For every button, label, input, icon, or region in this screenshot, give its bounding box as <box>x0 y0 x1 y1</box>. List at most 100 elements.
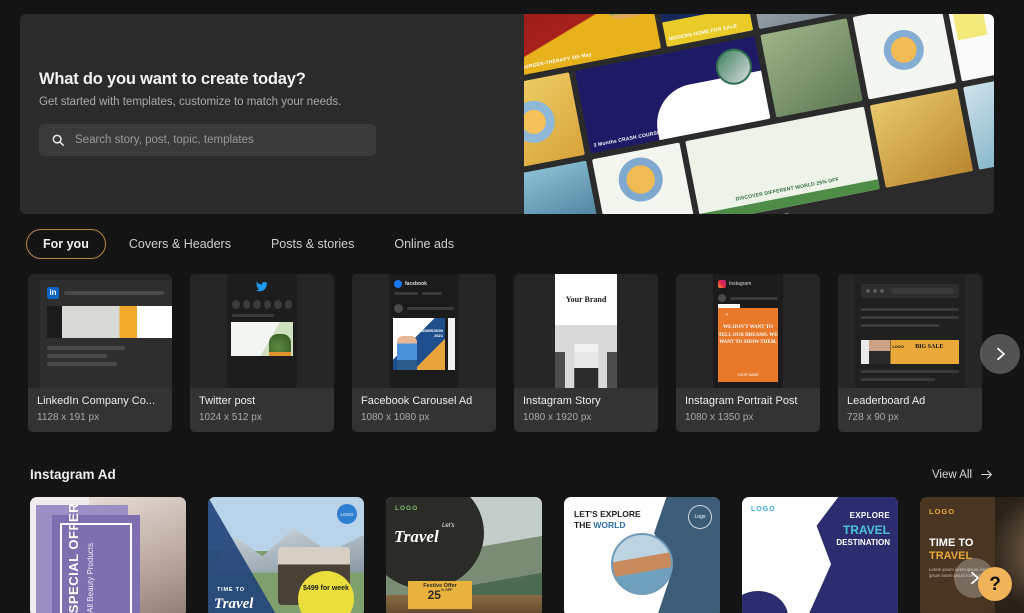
collage-tile: 5 HEALTHY <box>592 142 696 214</box>
ad-card-travel-destination[interactable]: LOGO EXPLORE TRAVEL DESTINATION <box>742 497 898 613</box>
ad-card-lets-travel[interactable]: LOGO Let's Travel Festive Offer 25% OFF <box>386 497 542 613</box>
template-card-leaderboard[interactable]: LOGO BIG SALE Leaderboard Ad 728 x 90 px <box>838 274 982 432</box>
template-title: Leaderboard Ad <box>847 395 926 407</box>
ad-card-special-offer[interactable]: SPECIAL OFFER All Beauty Products <box>30 497 186 613</box>
tab-for-you[interactable]: For you <box>26 229 106 259</box>
template-preview: facebook SCHOOL ADMISSION 2021 <box>352 274 496 388</box>
template-dimensions: 1080 x 1920 px <box>523 412 592 423</box>
template-preview: Instagram “ WE DON'T WANT TO TELL OUR DR… <box>676 274 820 388</box>
ad-logo: LOGO <box>751 506 776 513</box>
hero-collage: Opening Soon BURGER-THERAPY 5th May MODE… <box>524 14 994 214</box>
collage-tile-caption: 3 Months CRASH COURSE <box>593 129 662 149</box>
collage-tile <box>524 160 603 214</box>
template-card-instagram-portrait[interactable]: Instagram “ WE DON'T WANT TO TELL OUR DR… <box>676 274 820 432</box>
collage-tile <box>760 18 864 118</box>
story-brand-text: Your Brand <box>565 294 607 304</box>
facebook-ad-text: SCHOOL ADMISSION 2021 <box>402 328 443 339</box>
view-all-label: View All <box>931 468 972 481</box>
twitter-icon <box>256 282 268 292</box>
template-card-instagram-story[interactable]: Your Brand Instagram Story 1080 x 1920 p… <box>514 274 658 432</box>
ad-kicker: Let's <box>442 523 455 529</box>
leaderboard-logo: LOGO <box>892 344 905 349</box>
ad-kicker: TIME TO <box>217 587 245 593</box>
collage-tile <box>852 14 956 100</box>
template-cards-row: in LinkedIn Company Co... 1128 x 191 px <box>28 274 1024 434</box>
linkedin-mockup: in <box>40 280 172 388</box>
template-dimensions: 1128 x 191 px <box>37 412 100 423</box>
template-card-footer: LinkedIn Company Co... 1128 x 191 px <box>28 388 172 432</box>
tab-posts-stories[interactable]: Posts & stories <box>254 229 371 259</box>
search-box[interactable] <box>39 124 376 156</box>
template-card-footer: Instagram Story 1080 x 1920 px <box>514 388 658 432</box>
ad-line-1: EXPLORE <box>849 511 890 520</box>
ad-offer-badge: Festive Offer 25% OFF <box>408 581 472 609</box>
ad-card-explore-world[interactable]: LET'S EXPLORE THE WORLD Logo <box>564 497 720 613</box>
ad-line-2b: WORLD <box>593 520 626 531</box>
linkedin-banner-art <box>47 306 172 338</box>
facebook-label: facebook <box>405 281 427 287</box>
template-card-footer: Leaderboard Ad 728 x 90 px <box>838 388 982 432</box>
facebook-mockup: facebook SCHOOL ADMISSION 2021 <box>389 274 459 388</box>
template-card-facebook[interactable]: facebook SCHOOL ADMISSION 2021 Facebook … <box>352 274 496 432</box>
template-title: Twitter post <box>199 395 256 407</box>
template-title: Instagram Portrait Post <box>685 395 798 407</box>
ad-line-3: DESTINATION <box>836 538 890 547</box>
ad-offer-value: 25 <box>427 588 441 602</box>
facebook-ad-art: SCHOOL ADMISSION 2021 <box>393 318 445 370</box>
search-input[interactable] <box>75 134 364 146</box>
template-dimensions: 728 x 90 px <box>847 412 899 423</box>
template-preview <box>190 274 334 388</box>
template-preview: LOGO BIG SALE <box>838 274 982 388</box>
carousel-next-templates[interactable] <box>980 334 1020 374</box>
template-dimensions: 1024 x 512 px <box>199 412 262 423</box>
ad-logo: Logo <box>688 505 712 529</box>
facebook-icon <box>394 280 402 288</box>
section-header: Instagram Ad View All <box>30 467 994 482</box>
ad-line-1: TIME TO <box>929 537 974 549</box>
hero-subtitle: Get started with templates, customize to… <box>39 96 342 108</box>
hero-title: What do you want to create today? <box>39 70 306 88</box>
chevron-right-icon <box>997 347 1005 361</box>
instagram-quote-art: “ WE DON'T WANT TO TELL OUR DREAMS. WE W… <box>718 304 778 382</box>
hero-content: What do you want to create today? Get st… <box>39 70 459 156</box>
instagram-quote-signature: YOUR NAME <box>737 373 759 377</box>
template-card-footer: Instagram Portrait Post 1080 x 1350 px <box>676 388 820 432</box>
template-title: Instagram Story <box>523 395 601 407</box>
twitter-mockup <box>227 274 297 388</box>
category-tabs: For you Covers & Headers Posts & stories… <box>26 229 471 259</box>
view-all-link[interactable]: View All <box>932 468 994 481</box>
help-button[interactable]: ? <box>978 567 1012 601</box>
ad-line-2a: THE <box>574 520 594 531</box>
ad-logo: LOGO <box>929 507 956 516</box>
linkedin-icon: in <box>47 287 59 299</box>
ad-headline: Travel <box>394 527 439 546</box>
ad-line-1: LET'S EXPLORE <box>574 509 641 519</box>
tab-covers-headers[interactable]: Covers & Headers <box>112 229 248 259</box>
leaderboard-ad-text: BIG SALE <box>915 344 944 350</box>
ad-logo: LOGO <box>337 504 357 524</box>
hero-panel: Opening Soon BURGER-THERAPY 5th May MODE… <box>20 14 994 214</box>
ad-line-2: TRAVEL <box>842 523 890 537</box>
section-title: Instagram Ad <box>30 467 116 482</box>
template-card-linkedin[interactable]: in LinkedIn Company Co... 1128 x 191 px <box>28 274 172 432</box>
instagram-ad-row: SPECIAL OFFER All Beauty Products LOGO T… <box>30 497 1024 613</box>
instagram-label: Instagram <box>729 281 752 287</box>
template-dimensions: 1080 x 1350 px <box>685 412 754 423</box>
instagram-icon <box>718 280 726 288</box>
collage-tile <box>870 88 973 188</box>
tab-online-ads[interactable]: Online ads <box>377 229 471 259</box>
ad-logo: LOGO <box>395 505 419 512</box>
leaderboard-ad-art: LOGO BIG SALE <box>861 340 959 364</box>
template-card-footer: Facebook Carousel Ad 1080 x 1080 px <box>352 388 496 432</box>
story-mockup: Your Brand <box>555 274 617 388</box>
collage-tile <box>524 72 586 172</box>
ad-card-time-to-travel[interactable]: LOGO TIME TO Travel $499 for week <box>208 497 364 613</box>
template-card-footer: Twitter post 1024 x 512 px <box>190 388 334 432</box>
twitter-post-art <box>231 322 293 356</box>
ad-headline: Travel <box>214 596 254 612</box>
template-title: Facebook Carousel Ad <box>361 395 473 407</box>
template-card-twitter[interactable]: Twitter post 1024 x 512 px <box>190 274 334 432</box>
browser-mockup: LOGO BIG SALE <box>855 274 965 388</box>
template-title: LinkedIn Company Co... <box>37 395 156 407</box>
template-dimensions: 1080 x 1080 px <box>361 412 430 423</box>
